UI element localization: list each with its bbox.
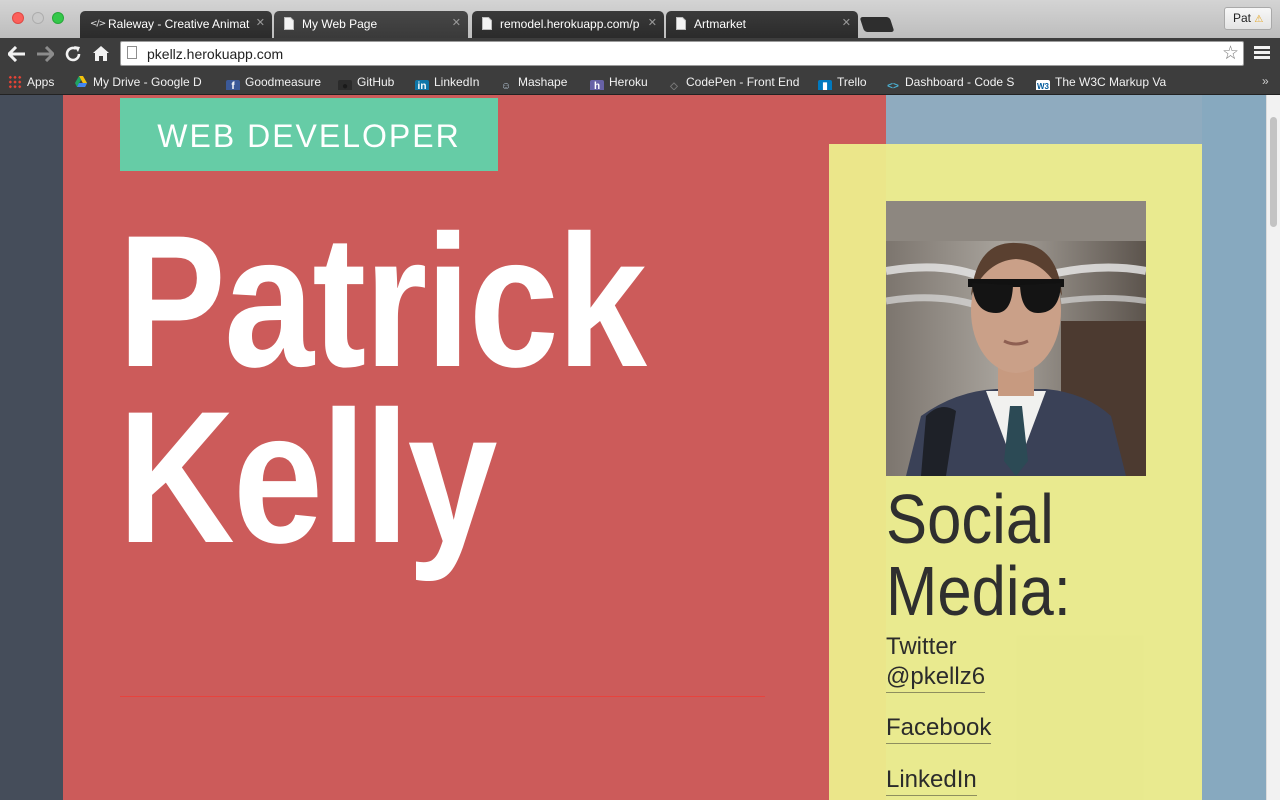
code-icon: </>: [90, 19, 106, 29]
person-name: Patrick Kelly: [118, 196, 647, 582]
page-icon: [482, 17, 494, 31]
tab-title: My Web Page: [302, 17, 378, 31]
job-title: WEB DEVELOPER: [157, 118, 461, 154]
bookmarks-overflow-button[interactable]: »: [1262, 74, 1269, 88]
bookmark-codepen[interactable]: ◇ CodePen - Front End: [667, 74, 803, 90]
social-media-heading: Social Media:: [886, 483, 1071, 627]
forward-button[interactable]: [34, 43, 56, 65]
google-drive-icon: [74, 75, 88, 89]
tab-artmarket[interactable]: Artmarket ✕: [666, 11, 858, 38]
tab-title: Artmarket: [694, 17, 747, 31]
bookmark-code-school[interactable]: <> Dashboard - Code S: [886, 74, 1020, 90]
bookmark-apps[interactable]: Apps: [8, 74, 54, 90]
tab-my-web-page[interactable]: My Web Page ✕: [274, 11, 468, 38]
trello-icon: ▮: [818, 80, 832, 90]
bookmark-github[interactable]: ● GitHub: [338, 74, 394, 90]
bookmark-label: Trello: [837, 75, 867, 89]
close-tab-icon[interactable]: ✕: [648, 16, 657, 30]
bookmark-label: CodePen - Front End: [686, 75, 800, 89]
right-edge-panel: [1202, 95, 1266, 800]
page-viewport: WEB DEVELOPER Patrick Kelly Social Media…: [0, 95, 1266, 800]
home-button[interactable]: [90, 43, 112, 65]
back-button[interactable]: [6, 43, 28, 65]
job-title-badge: WEB DEVELOPER: [120, 98, 498, 171]
scrollbar-thumb[interactable]: [1270, 117, 1277, 227]
linkedin-link[interactable]: LinkedIn: [886, 765, 977, 796]
bookmark-goodmeasure[interactable]: f Goodmeasure: [226, 74, 321, 90]
tab-title: Raleway - Creative Animat: [108, 17, 250, 31]
tab-raleway[interactable]: </> Raleway - Creative Animat ✕: [80, 11, 272, 38]
close-tab-icon[interactable]: ✕: [842, 16, 851, 30]
bookmark-label: Goodmeasure: [245, 75, 322, 89]
heroku-icon: h: [590, 80, 604, 90]
bookmark-label: GitHub: [357, 75, 395, 89]
bookmark-my-drive[interactable]: My Drive - Google D: [74, 74, 208, 90]
bookmark-linkedin[interactable]: in LinkedIn: [415, 74, 479, 90]
bookmark-label: My Drive - Google D: [93, 75, 202, 89]
facebook-icon: f: [226, 80, 240, 90]
facebook-link[interactable]: Facebook: [886, 713, 992, 744]
tab-title: remodel.herokuapp.com/p: [500, 17, 640, 31]
bookmark-label: Apps: [27, 75, 55, 89]
code-school-icon: <>: [887, 81, 899, 90]
github-icon: ●: [338, 80, 352, 90]
bookmark-w3c[interactable]: W3 The W3C Markup Va: [1036, 74, 1172, 90]
bookmark-label: LinkedIn: [434, 75, 480, 89]
reload-button[interactable]: [62, 43, 84, 65]
apps-grid-icon: [8, 75, 22, 89]
new-tab-button[interactable]: [859, 17, 895, 32]
mashape-icon: ☺: [500, 81, 512, 90]
codepen-icon: ◇: [670, 81, 678, 90]
tab-remodel[interactable]: remodel.herokuapp.com/p ✕: [472, 11, 664, 38]
social-heading-line: Media:: [886, 552, 1071, 630]
linkedin-icon: in: [415, 80, 429, 90]
bookmarks-bar: Apps My Drive - Google D f Goodmeasure ● G…: [0, 70, 1280, 95]
bookmark-star-icon[interactable]: ☆: [1222, 42, 1239, 65]
twitter-link[interactable]: @pkellz6: [886, 662, 986, 693]
bookmark-label: The W3C Markup Va: [1055, 75, 1167, 89]
minimize-window-button[interactable]: [32, 12, 44, 24]
profile-name: Pat: [1233, 11, 1252, 25]
profile-button[interactable]: Pat ⚠: [1224, 7, 1272, 30]
page-info-icon[interactable]: [127, 46, 137, 59]
browser-toolbar: pkellz.herokuapp.com ☆: [0, 38, 1280, 70]
address-bar[interactable]: pkellz.herokuapp.com ☆: [120, 41, 1244, 66]
close-tab-icon[interactable]: ✕: [256, 16, 265, 30]
tab-strip: </> Raleway - Creative Animat ✕ My Web P…: [0, 0, 1280, 38]
vertical-scrollbar[interactable]: [1266, 95, 1280, 800]
first-name: Patrick: [118, 196, 647, 406]
profile-photo: [886, 201, 1146, 476]
chrome-menu-button[interactable]: [1254, 46, 1270, 60]
left-panel: [0, 95, 63, 800]
page-icon: [284, 17, 296, 31]
warning-icon: ⚠: [1254, 14, 1264, 25]
twitter-label: Twitter: [886, 633, 957, 660]
bookmark-label: Dashboard - Code S: [905, 75, 1015, 89]
social-heading-line: Social: [886, 480, 1054, 558]
page-icon: [676, 17, 688, 31]
bookmark-trello[interactable]: ▮ Trello: [818, 74, 867, 90]
bookmark-label: Heroku: [609, 75, 648, 89]
divider: [120, 696, 765, 697]
bookmark-label: Mashape: [518, 75, 568, 89]
zoom-window-button[interactable]: [52, 12, 64, 24]
w3c-icon: W3: [1036, 80, 1050, 90]
url-text: pkellz.herokuapp.com: [147, 46, 284, 62]
bookmark-heroku[interactable]: h Heroku: [590, 74, 648, 90]
bookmark-mashape[interactable]: ☺ Mashape: [499, 74, 567, 90]
close-tab-icon[interactable]: ✕: [452, 16, 461, 30]
close-window-button[interactable]: [12, 12, 24, 24]
last-name: Kelly: [118, 372, 498, 582]
